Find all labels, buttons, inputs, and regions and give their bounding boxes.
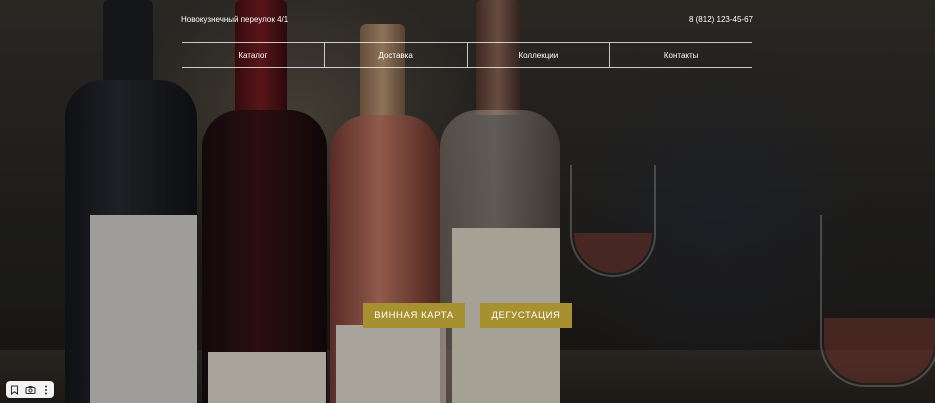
- floating-toolbar: [6, 381, 54, 398]
- nav-item-delivery[interactable]: Доставка: [325, 43, 468, 67]
- phone-link[interactable]: 8 (812) 123-45-67: [689, 15, 753, 24]
- main-nav: Каталог Доставка Коллекции Контакты: [182, 42, 752, 68]
- tasting-button[interactable]: ДЕГУСТАЦИЯ: [480, 303, 572, 328]
- nav-item-collections[interactable]: Коллекции: [468, 43, 611, 67]
- nav-item-catalog[interactable]: Каталог: [182, 43, 325, 67]
- bookmark-icon[interactable]: [8, 384, 20, 396]
- nav-item-contacts[interactable]: Контакты: [610, 43, 752, 67]
- wine-list-button[interactable]: ВИННАЯ КАРТА: [363, 303, 465, 328]
- camera-icon[interactable]: [24, 384, 36, 396]
- address-text: Новокузнечный переулок 4/1: [181, 15, 289, 24]
- more-vertical-icon[interactable]: [40, 384, 52, 396]
- top-bar: Новокузнечный переулок 4/1 8 (812) 123-4…: [181, 15, 753, 27]
